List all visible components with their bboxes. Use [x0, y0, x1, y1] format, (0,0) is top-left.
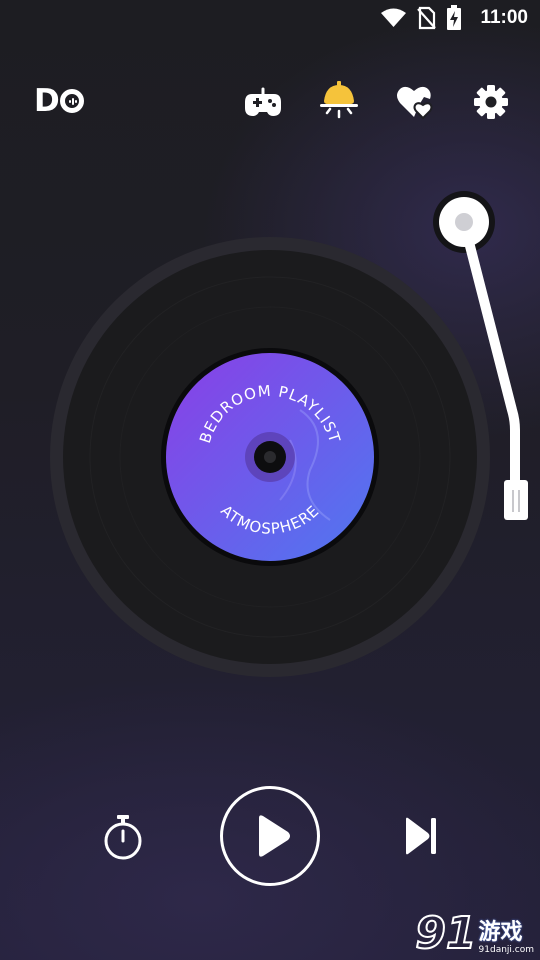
play-button[interactable] [220, 786, 320, 886]
watermark: 91 游戏 91danji.com [414, 908, 534, 959]
timer-icon [104, 815, 142, 860]
play-icon [259, 815, 290, 857]
next-button[interactable] [398, 814, 442, 858]
tonearm[interactable] [0, 0, 540, 560]
skip-next-icon [406, 817, 436, 855]
timer-button[interactable] [100, 812, 146, 862]
watermark-number: 91 [414, 908, 477, 959]
tonearm-headshell [504, 480, 528, 520]
watermark-text: 游戏 [478, 920, 523, 945]
screen: 11:00 D BEDROOM PLAYLIST ATMOSPHERE 91 游… [0, 0, 540, 960]
watermark-url: 91danji.com [478, 945, 534, 955]
